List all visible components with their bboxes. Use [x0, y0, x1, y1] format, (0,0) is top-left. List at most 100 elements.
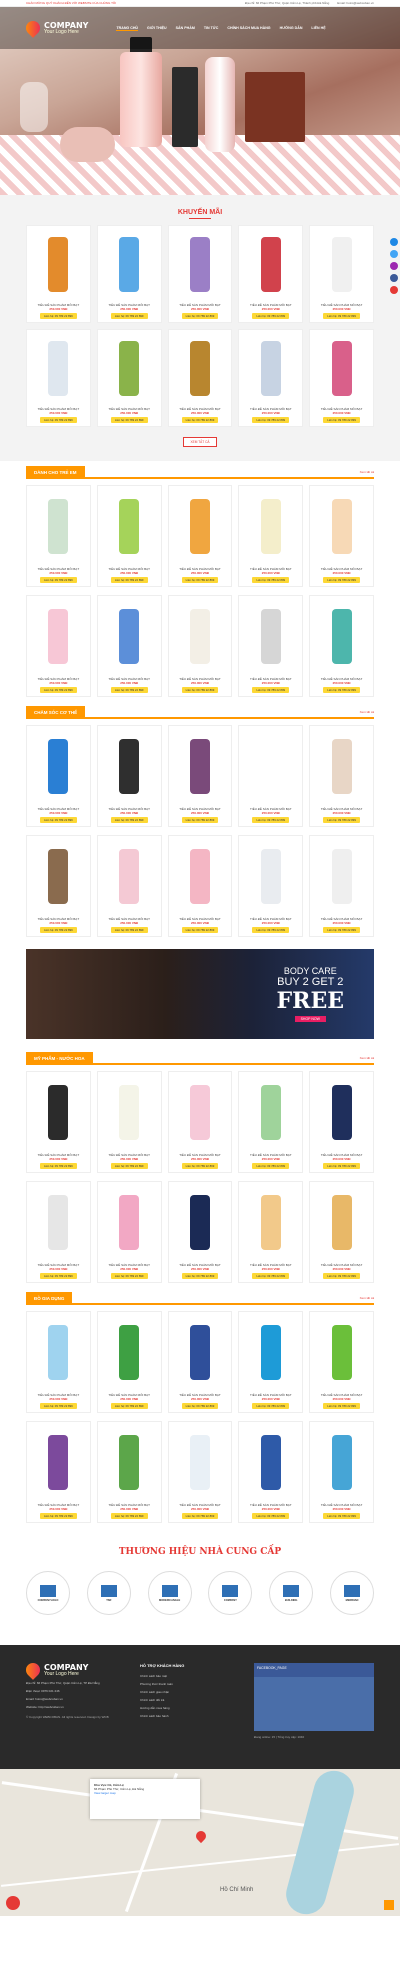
- messenger-icon[interactable]: [390, 238, 398, 246]
- product-card[interactable]: TIÊU ĐỀ SẢN PHẨM MỖI BẠT 250.000 VNĐ Liê…: [238, 1181, 304, 1283]
- location-map[interactable]: Khu Vực Cũ, Cẩm Lệ 66 Phạm Phú Thứ, Cẩm …: [0, 1769, 400, 1916]
- product-image[interactable]: [99, 1074, 159, 1150]
- contact-button[interactable]: Liên hệ: 09 789 22 899: [252, 577, 290, 583]
- contact-button[interactable]: Liên hệ: 09 789 22 899: [323, 313, 360, 319]
- product-card[interactable]: TIÊU ĐỀ SẢN PHẨM MỖI BẠT 250.000 VNĐ Liê…: [167, 225, 233, 323]
- product-card[interactable]: TIÊU ĐỀ SẢN PHẨM MỖI BẠT 250.000 VNĐ Liê…: [26, 1421, 91, 1523]
- product-image[interactable]: [241, 838, 301, 914]
- category-view-all[interactable]: Xem tất cả: [360, 710, 374, 714]
- nav-news[interactable]: TIN TỨC: [204, 26, 219, 31]
- product-image[interactable]: [170, 728, 230, 804]
- product-card[interactable]: TIÊU ĐỀ SẢN PHẨM MỖI BẠT 250.000 VNĐ Liê…: [26, 225, 91, 323]
- contact-button[interactable]: Liên hệ: 09 789 22 899: [40, 577, 77, 583]
- product-image[interactable]: [29, 1184, 88, 1260]
- contact-button[interactable]: Liên hệ: 09 789 22 899: [110, 313, 148, 319]
- contact-button[interactable]: Liên hệ: 09 789 22 899: [181, 1273, 219, 1279]
- product-card[interactable]: TIÊU ĐỀ SẢN PHẨM MỖI BẠT 250.000 VNĐ Liê…: [26, 485, 91, 587]
- product-card[interactable]: TIÊU ĐỀ SẢN PHẨM MỖI BẠT 250.000 VNĐ Liê…: [96, 595, 162, 697]
- contact-button[interactable]: Liên hệ: 09 789 22 899: [40, 687, 77, 693]
- product-card[interactable]: TIÊU ĐỀ SẢN PHẨM MỖI BẠT 250.000 VNĐ Liê…: [96, 1421, 162, 1523]
- product-image[interactable]: [29, 488, 88, 564]
- product-image[interactable]: [241, 728, 301, 804]
- product-image[interactable]: [99, 332, 159, 404]
- product-image[interactable]: [99, 228, 159, 300]
- contact-button[interactable]: Liên hệ: 09 789 22 899: [110, 1513, 148, 1519]
- contact-button[interactable]: Liên hệ: 09 789 22 899: [181, 577, 219, 583]
- product-image[interactable]: [241, 598, 301, 674]
- product-card[interactable]: TIÊU ĐỀ SẢN PHẨM MỖI BẠT 250.000 VNĐ Liê…: [26, 1071, 91, 1173]
- product-card[interactable]: TIÊU ĐỀ SẢN PHẨM MỖI BẠT 250.000 VNĐ Liê…: [167, 1181, 233, 1283]
- topbar-email[interactable]: Email: hotro@webcoban.vn: [337, 1, 374, 5]
- category-title[interactable]: DÀNH CHO TRẺ EM: [26, 466, 85, 478]
- product-image[interactable]: [312, 332, 371, 404]
- product-card[interactable]: TIÊU ĐỀ SẢN PHẨM MỖI BẠT 250.000 VNĐ Liê…: [238, 1421, 304, 1523]
- product-image[interactable]: [312, 488, 371, 564]
- product-image[interactable]: [170, 228, 230, 300]
- product-card[interactable]: TIÊU ĐỀ SẢN PHẨM MỖI BẠT 250.000 VNĐ Liê…: [238, 1071, 304, 1173]
- product-card[interactable]: TIÊU ĐỀ SẢN PHẨM MỖI BẠT 250.000 VNĐ Liê…: [167, 835, 233, 937]
- policy-link[interactable]: Chính sách giao nhận: [140, 1690, 236, 1694]
- contact-button[interactable]: Liên hệ: 09 789 22 899: [40, 1163, 77, 1169]
- product-card[interactable]: TIÊU ĐỀ SẢN PHẨM MỖI BẠT 250.000 VNĐ Liê…: [26, 329, 91, 427]
- contact-button[interactable]: Liên hệ: 09 789 22 899: [110, 1163, 148, 1169]
- product-image[interactable]: [29, 228, 88, 300]
- policy-link[interactable]: Phương thức thanh toán: [140, 1682, 236, 1686]
- map-pin-icon[interactable]: [193, 1828, 209, 1844]
- contact-button[interactable]: Liên hệ: 09 789 22 899: [40, 1513, 77, 1519]
- contact-button[interactable]: Liên hệ: 09 789 22 899: [40, 927, 77, 933]
- product-image[interactable]: [312, 1074, 371, 1150]
- product-card[interactable]: TIÊU ĐỀ SẢN PHẨM MỖI BẠT 250.000 VNĐ Liê…: [167, 1071, 233, 1173]
- product-image[interactable]: [241, 488, 301, 564]
- product-image[interactable]: [241, 1074, 301, 1150]
- nav-policy[interactable]: CHÍNH SÁCH MUA HÀNG: [227, 26, 270, 31]
- product-card[interactable]: TIÊU ĐỀ SẢN PHẨM MỖI BẠT 250.000 VNĐ Liê…: [309, 1311, 374, 1413]
- product-image[interactable]: [241, 1314, 301, 1390]
- contact-button[interactable]: Liên hệ: 09 789 22 899: [252, 817, 290, 823]
- product-image[interactable]: [99, 598, 159, 674]
- contact-button[interactable]: Liên hệ: 09 789 22 899: [252, 313, 290, 319]
- product-card[interactable]: TIÊU ĐỀ SẢN PHẨM MỖI BẠT 250.000 VNĐ Liê…: [26, 1311, 91, 1413]
- contact-button[interactable]: Liên hệ: 09 789 22 899: [181, 1163, 219, 1169]
- facebook-icon[interactable]: [390, 274, 398, 282]
- product-image[interactable]: [312, 598, 371, 674]
- product-image[interactable]: [312, 728, 371, 804]
- policy-link[interactable]: Chính sách bảo mật: [140, 1674, 236, 1678]
- product-image[interactable]: [99, 1424, 159, 1500]
- category-view-all[interactable]: Xem tất cả: [360, 1056, 374, 1060]
- product-card[interactable]: TIÊU ĐỀ SẢN PHẨM MỖI BẠT 250.000 VNĐ Liê…: [309, 329, 374, 427]
- contact-button[interactable]: Liên hệ: 09 789 22 899: [40, 1403, 77, 1409]
- product-image[interactable]: [312, 1184, 371, 1260]
- product-image[interactable]: [29, 1314, 88, 1390]
- product-image[interactable]: [99, 1314, 159, 1390]
- product-image[interactable]: [241, 1424, 301, 1500]
- product-image[interactable]: [99, 728, 159, 804]
- product-card[interactable]: TIÊU ĐỀ SẢN PHẨM MỖI BẠT 250.000 VNĐ Liê…: [238, 835, 304, 937]
- supplier-logo[interactable]: MERIDIAN: [329, 1571, 374, 1615]
- contact-button[interactable]: Liên hệ: 09 789 22 899: [110, 1403, 148, 1409]
- product-card[interactable]: TIÊU ĐỀ SẢN PHẨM MỖI BẠT 250.000 VNĐ Liê…: [238, 225, 304, 323]
- contact-button[interactable]: Liên hệ: 09 789 22 899: [323, 577, 360, 583]
- contact-button[interactable]: Liên hệ: 09 789 22 899: [252, 1163, 290, 1169]
- supplier-logo[interactable]: COMPANY: [208, 1571, 253, 1615]
- policy-link[interactable]: Hướng dẫn mua hàng: [140, 1706, 236, 1710]
- body-care-banner[interactable]: BODY CARE BUY 2 GET 2 FREE SHOP NOW: [26, 949, 374, 1039]
- product-card[interactable]: TIÊU ĐỀ SẢN PHẨM MỖI BẠT 250.000 VNĐ Liê…: [238, 595, 304, 697]
- contact-button[interactable]: Liên hệ: 09 789 22 899: [181, 417, 219, 423]
- footer-phone[interactable]: Điện thoại: 0976 021 246: [26, 1689, 122, 1693]
- product-image[interactable]: [170, 1424, 230, 1500]
- contact-button[interactable]: Liên hệ: 09 789 22 899: [181, 927, 219, 933]
- contact-button[interactable]: Liên hệ: 09 789 22 899: [40, 417, 77, 423]
- product-image[interactable]: [241, 1184, 301, 1260]
- contact-button[interactable]: Liên hệ: 09 789 22 899: [252, 687, 290, 693]
- contact-button[interactable]: Liên hệ: 09 789 22 899: [252, 417, 290, 423]
- product-card[interactable]: TIÊU ĐỀ SẢN PHẨM MỖI BẠT 250.000 VNĐ Liê…: [309, 1071, 374, 1173]
- product-image[interactable]: [241, 332, 301, 404]
- contact-button[interactable]: Liên hệ: 09 789 22 899: [40, 1273, 77, 1279]
- product-image[interactable]: [29, 838, 88, 914]
- contact-button[interactable]: Liên hệ: 09 789 22 899: [252, 927, 290, 933]
- product-image[interactable]: [312, 1424, 371, 1500]
- nav-home[interactable]: TRANG CHỦ: [116, 26, 139, 31]
- product-image[interactable]: [170, 332, 230, 404]
- category-title[interactable]: ĐỒ GIA DỤNG: [26, 1292, 73, 1304]
- contact-button[interactable]: Liên hệ: 09 789 22 899: [110, 927, 148, 933]
